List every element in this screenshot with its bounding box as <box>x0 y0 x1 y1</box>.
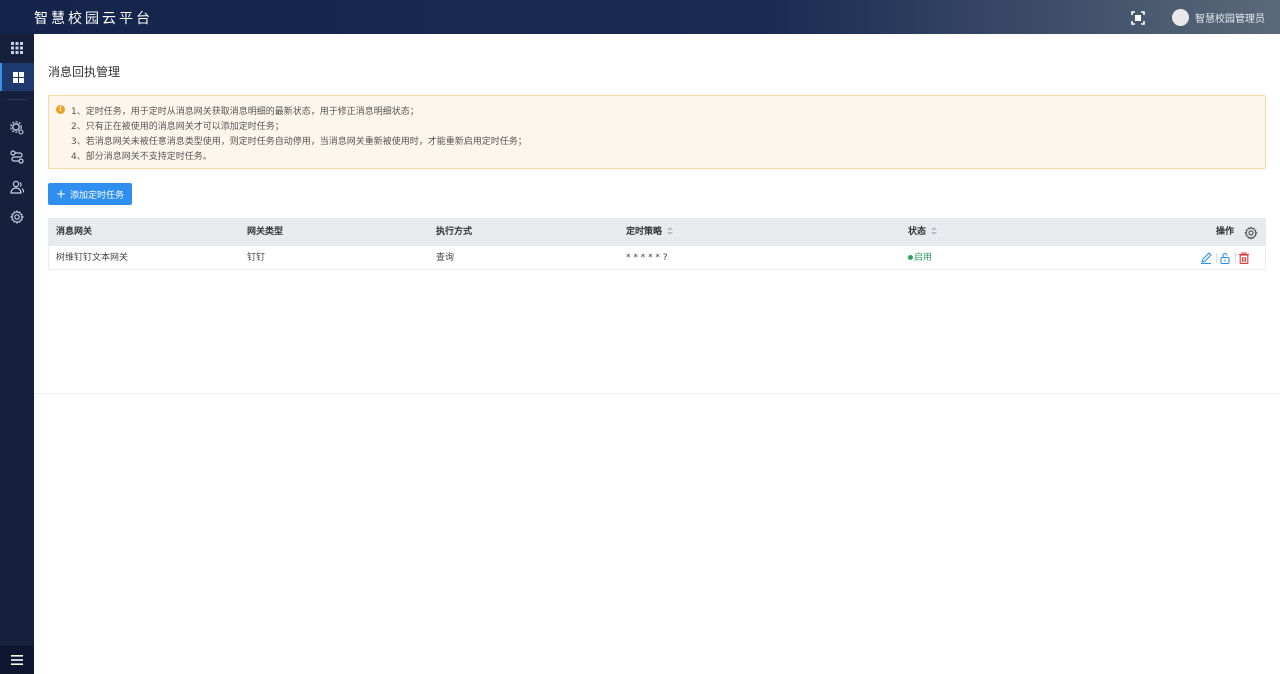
main-content: 消息回执管理 ! 1、定时任务，用于定时从消息网关获取消息明细的最新状态，用于修… <box>34 34 1280 674</box>
fullscreen-icon[interactable] <box>1131 10 1145 25</box>
column-settings-icon[interactable] <box>1244 225 1258 240</box>
column-header-exec-mode: 执行方式 <box>436 227 473 237</box>
sidebar-item-dashboard[interactable] <box>0 63 34 91</box>
sidebar-item-gear-users[interactable] <box>0 114 34 142</box>
cell-exec-mode: 查询 <box>436 253 455 263</box>
column-header-gateway-type: 网关类型 <box>247 227 284 237</box>
top-header: 智慧校园云平台 智慧校园管理员 <box>0 0 1280 34</box>
warning-icon: ! <box>56 105 65 114</box>
cell-schedule: * * * * * ? <box>626 253 668 263</box>
notice-line: 1、定时任务，用于定时从消息网关获取消息明细的最新状态，用于修正消息明细状态； <box>71 107 419 117</box>
disable-button[interactable] <box>1218 251 1232 265</box>
gear-users-icon <box>10 121 24 135</box>
dashboard-icon <box>12 71 24 83</box>
sidebar-collapse-button[interactable] <box>0 646 34 674</box>
notice-line: 4、部分消息网关不支持定时任务。 <box>71 152 212 162</box>
column-header-gateway: 消息网关 <box>56 227 93 237</box>
edit-icon <box>1201 252 1212 264</box>
notice-line: 3、若消息网关未被任意消息类型使用，则定时任务自动停用，当消息网关重新被使用时，… <box>71 137 527 147</box>
column-header-status-sortable[interactable]: 状态 <box>908 218 938 246</box>
apps-grid-icon <box>11 42 23 54</box>
notice-line: 2、只有正在被使用的消息网关才可以添加定时任务； <box>71 122 284 132</box>
cell-gateway-type: 钉钉 <box>247 253 266 263</box>
sidebar-item-apps[interactable] <box>0 34 34 62</box>
sidebar-item-flow[interactable] <box>0 143 34 171</box>
cell-status: 启用 <box>908 246 932 270</box>
column-header-actions: 操作 <box>1216 227 1235 237</box>
column-header-status: 状态 <box>908 227 927 237</box>
flow-icon <box>10 150 24 164</box>
app-title: 智慧校园云平台 <box>34 11 153 27</box>
sidebar <box>0 34 34 674</box>
content-divider <box>34 393 1280 394</box>
sort-icon[interactable] <box>931 227 938 236</box>
user-name: 智慧校园管理员 <box>1195 13 1265 25</box>
status-dot <box>908 255 913 260</box>
action-divider <box>1216 253 1217 263</box>
user-menu[interactable]: 智慧校园管理员 <box>1172 8 1265 26</box>
column-header-schedule: 定时策略 <box>626 227 663 237</box>
column-header-schedule-sortable[interactable]: 定时策略 <box>626 218 674 246</box>
users-icon <box>10 180 24 194</box>
trash-icon <box>1239 252 1249 264</box>
task-table: 消息网关 网关类型 执行方式 定时策略 状态 操作 树维钉钉文本网关 钉钉 查询… <box>48 218 1266 270</box>
plus-icon: + <box>55 187 67 201</box>
add-button-label: 添加定时任务 <box>70 190 125 201</box>
notice-box: ! 1、定时任务，用于定时从消息网关获取消息明细的最新状态，用于修正消息明细状态… <box>48 95 1266 169</box>
table-header: 消息网关 网关类型 执行方式 定时策略 状态 操作 <box>48 218 1266 246</box>
sidebar-divider <box>7 99 27 100</box>
add-scheduled-task-button[interactable]: + 添加定时任务 <box>48 183 132 205</box>
edit-button[interactable] <box>1199 251 1213 265</box>
menu-toggle-icon <box>11 655 23 665</box>
settings-icon <box>10 210 24 224</box>
delete-button[interactable] <box>1237 251 1251 265</box>
cell-gateway: 树维钉钉文本网关 <box>56 253 129 263</box>
action-divider <box>1235 253 1236 263</box>
sidebar-item-settings[interactable] <box>0 203 34 231</box>
table-row: 树维钉钉文本网关 钉钉 查询 * * * * * ? 启用 <box>48 246 1266 270</box>
page-title: 消息回执管理 <box>48 65 121 79</box>
sidebar-item-users[interactable] <box>0 173 34 201</box>
unlock-icon <box>1220 252 1230 264</box>
status-label: 启用 <box>914 253 933 263</box>
avatar <box>1172 8 1189 26</box>
sort-icon[interactable] <box>667 227 674 236</box>
